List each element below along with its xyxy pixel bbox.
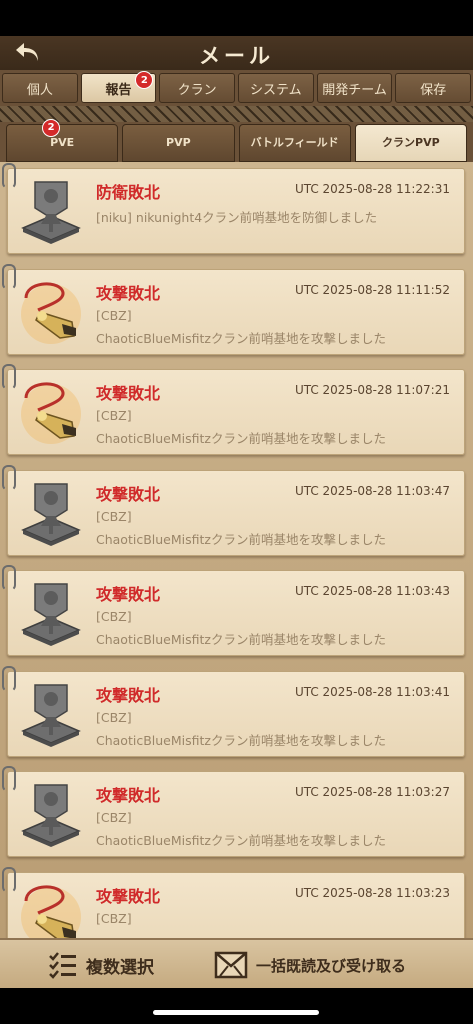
report-item[interactable]: 防衛敗北 UTC 2025-08-28 11:22:31 [niku] nikuni… (2, 163, 465, 254)
whistle-icon (14, 374, 88, 448)
mail-screen: メール 個人 報告 2 クラン システム 開発チーム 保存 PVE 2 PVP バト… (0, 36, 473, 988)
report-title: 攻撃敗北 (96, 384, 161, 403)
report-timestamp: UTC 2025-08-28 11:11:52 (294, 282, 450, 297)
report-timestamp: UTC 2025-08-28 11:03:47 (294, 483, 450, 498)
main-tabs: 個人 報告 2 クラン システム 開発チーム 保存 (0, 70, 473, 106)
header-bar: メール (0, 36, 473, 72)
report-item[interactable]: 攻撃敗北 UTC 2025-08-28 11:03:23 [CBZ] (2, 866, 465, 938)
whistle-icon (14, 877, 88, 938)
report-item[interactable]: 攻撃敗北 UTC 2025-08-28 11:11:52 [CBZ] ChaoticB… (2, 263, 465, 355)
report-line-1: [niku] nikunight4クラン前哨基地を防御しました (96, 210, 378, 225)
report-timestamp: UTC 2025-08-28 11:03:23 (294, 885, 450, 900)
whistle-icon (14, 274, 88, 348)
report-line-2: ChaoticBlueMisfitzクラン前哨基地を攻撃しました (96, 732, 386, 748)
report-line-2: ChaoticBlueMisfitzクラン前哨基地を攻撃しました (96, 330, 386, 346)
banner-icon (14, 776, 88, 850)
banner-icon (14, 676, 88, 750)
tab-dev-team[interactable]: 開発チーム (316, 73, 393, 103)
checklist-icon (49, 952, 76, 979)
tab-report[interactable]: 報告 2 (80, 71, 157, 103)
report-title: 防衛敗北 (96, 183, 161, 202)
report-item[interactable]: 攻撃敗北 UTC 2025-08-28 11:03:47 [CBZ] ChaoticB… (2, 464, 465, 556)
report-timestamp: UTC 2025-08-28 11:03:27 (294, 785, 450, 799)
report-title: 攻撃敗北 (96, 585, 161, 604)
report-timestamp: UTC 2025-08-28 11:22:31 (294, 182, 450, 196)
report-title: 攻撃敗北 (96, 685, 161, 705)
report-title: 攻撃敗北 (96, 886, 161, 906)
report-item[interactable]: 攻撃敗北 UTC 2025-08-28 11:07:21 [CBZ] ChaoticB… (2, 364, 465, 455)
report-line-1: [CBZ] (96, 609, 132, 624)
report-item[interactable]: 攻撃敗北 UTC 2025-08-28 11:03:27 [CBZ] ChaoticB… (2, 766, 465, 857)
report-item[interactable]: 攻撃敗北 UTC 2025-08-28 11:03:41 [CBZ] ChaoticB… (2, 665, 465, 757)
report-timestamp: UTC 2025-08-28 11:03:43 (294, 584, 450, 598)
report-timestamp: UTC 2025-08-28 11:07:21 (294, 383, 450, 397)
report-line-2: ChaoticBlueMisfitzクラン前哨基地を攻撃しました (96, 833, 386, 848)
report-line-2: ChaoticBlueMisfitzクラン前哨基地を攻撃しました (96, 531, 386, 547)
report-item[interactable]: 攻撃敗北 UTC 2025-08-28 11:03:43 [CBZ] ChaoticB… (2, 565, 465, 656)
home-indicator (153, 1010, 319, 1015)
tab-system[interactable]: システム (238, 73, 314, 103)
report-title: 攻撃敗北 (96, 786, 161, 805)
report-list[interactable]: 防衛敗北 UTC 2025-08-28 11:22:31 [niku] nikuni… (0, 162, 473, 938)
subtab-pvp[interactable]: PVP (122, 124, 235, 162)
banner-icon (14, 475, 88, 549)
envelope-icon (214, 951, 248, 979)
report-line-2: ChaoticBlueMisfitzクラン前哨基地を攻撃しました (96, 632, 386, 647)
report-line-1: [CBZ] (96, 408, 132, 423)
pve-count-badge: 2 (42, 119, 61, 137)
report-line-1: [CBZ] (96, 508, 132, 524)
banner-icon (14, 173, 88, 247)
report-line-1: [CBZ] (96, 307, 132, 323)
decorative-fence (0, 106, 473, 122)
sub-tabs: PVE 2 PVP バトルフィールド クランPVP (0, 119, 473, 162)
report-line-2: ChaoticBlueMisfitzクラン前哨基地を攻撃しました (96, 431, 386, 446)
report-count-badge: 2 (135, 71, 154, 89)
tab-clan[interactable]: クラン (159, 73, 236, 103)
bottom-action-bar: 複数選択 一括既読及び受け取る (0, 938, 473, 988)
tab-saved[interactable]: 保存 (395, 73, 472, 103)
subtab-battlefield[interactable]: バトルフィールド (238, 124, 351, 162)
report-title: 攻撃敗北 (96, 484, 161, 504)
report-title: 攻撃敗北 (96, 283, 161, 303)
subtab-pve[interactable]: PVE 2 (6, 119, 119, 162)
report-line-1: [CBZ] (96, 910, 132, 926)
read-all-button[interactable]: 一括既読及び受け取る (214, 948, 406, 982)
report-line-1: [CBZ] (96, 810, 132, 825)
page-title: メール (199, 44, 274, 68)
report-timestamp: UTC 2025-08-28 11:03:41 (294, 684, 450, 699)
subtab-clan-pvp[interactable]: クランPVP (354, 124, 467, 162)
multi-select-button[interactable]: 複数選択 (48, 948, 154, 982)
tab-personal[interactable]: 個人 (2, 73, 78, 103)
report-line-1: [CBZ] (96, 709, 132, 725)
banner-icon (14, 575, 88, 649)
